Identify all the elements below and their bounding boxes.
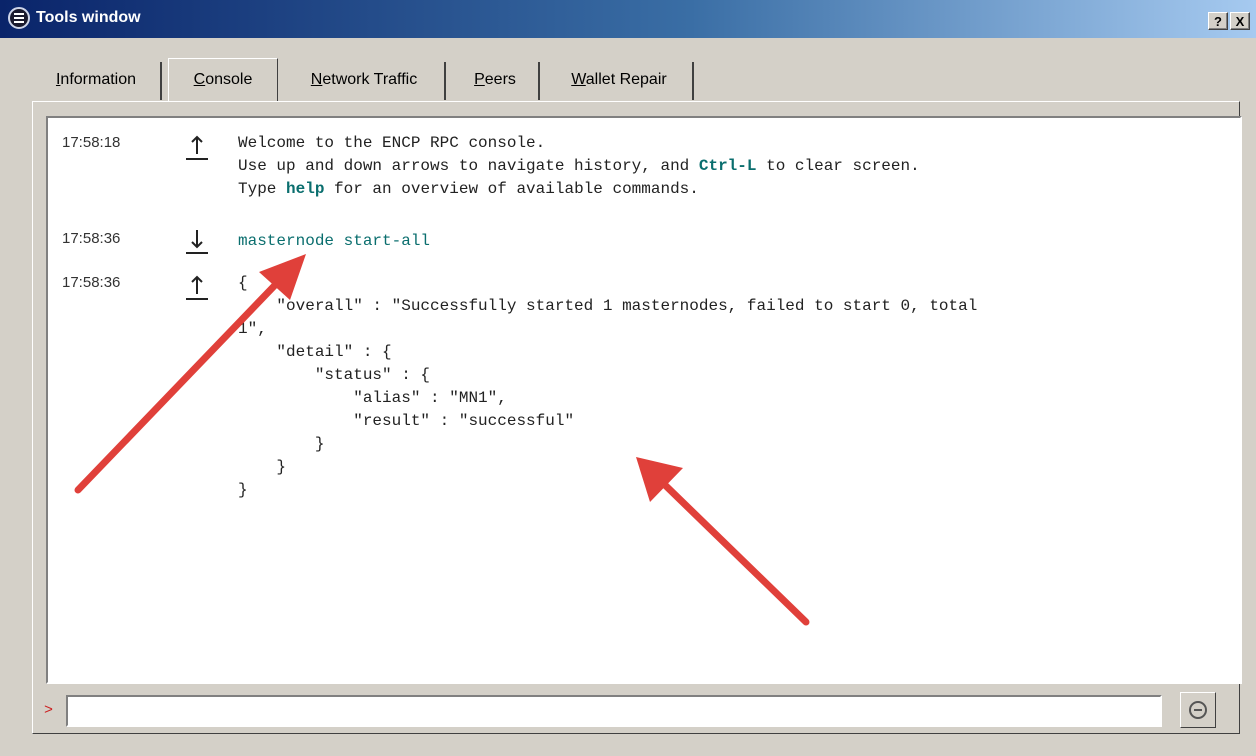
tab-wallet-repair[interactable]: Wallet Repair (546, 62, 694, 100)
console-input[interactable] (66, 695, 1162, 727)
json-line: 1", (238, 320, 267, 338)
clear-console-icon (1189, 701, 1207, 719)
help-line-text: to clear screen. (756, 157, 920, 175)
app-logo-icon (8, 7, 30, 29)
up-arrow-icon (186, 275, 208, 300)
help-line-text: Use up and down arrows to navigate histo… (238, 157, 699, 175)
json-line: } (238, 481, 248, 499)
json-line: } (238, 458, 287, 476)
help-button[interactable]: ? (1208, 12, 1228, 30)
tab-label-mnemonic: P (474, 71, 485, 88)
message-timestamp: 17:58:18 (62, 134, 121, 151)
tab-peers[interactable]: Peers (452, 62, 540, 100)
clear-console-button[interactable] (1180, 692, 1216, 728)
down-arrow-icon (186, 230, 208, 254)
json-line: { (238, 274, 248, 292)
help-line-text: Type (238, 180, 287, 198)
json-line: "result" : "successful" (238, 412, 575, 430)
close-button[interactable]: X (1230, 12, 1250, 30)
json-line: "detail" : { (238, 343, 392, 361)
json-line: "overall" : "Successfully started 1 mast… (238, 297, 978, 315)
welcome-line: Welcome to the ENCP RPC console. (238, 134, 546, 152)
json-line: } (238, 435, 325, 453)
tab-label: eers (484, 71, 516, 88)
console-output[interactable]: 17:58:18 Welcome to the ENCP RPC console… (46, 116, 1242, 684)
tab-label-mnemonic: N (310, 71, 323, 88)
help-keyword: help (286, 180, 325, 198)
message-text: Welcome to the ENCP RPC console. Use up … (238, 132, 920, 201)
tab-network-traffic[interactable]: Network Traffic (284, 62, 446, 100)
tab-label: allet Repair (585, 71, 667, 88)
tab-console[interactable]: Console (168, 58, 278, 102)
json-reply: { "overall" : "Successfully started 1 ma… (238, 272, 977, 502)
tab-label: etwork Traffic (322, 71, 418, 88)
command-text: masternode start-all (238, 232, 431, 250)
tab-label: nformation (60, 71, 137, 88)
json-line: "alias" : "MN1", (238, 389, 507, 407)
window-title: Tools window (36, 9, 141, 26)
title-bar: Tools window ? X (0, 0, 1256, 44)
message-timestamp: 17:58:36 (62, 274, 121, 291)
tab-label-mnemonic: W (571, 71, 586, 88)
help-line-text: for an overview of available commands. (324, 180, 699, 198)
up-arrow-icon (186, 135, 208, 160)
shortcut-keyword: Ctrl-L (698, 157, 757, 175)
console-prompt: > (44, 702, 54, 719)
json-line: "status" : { (238, 366, 431, 384)
tab-label: onsole (205, 71, 253, 88)
tab-information[interactable]: Information (32, 62, 162, 100)
title-bar-background (0, 0, 1256, 38)
message-timestamp: 17:58:36 (62, 230, 121, 247)
tab-label-mnemonic: C (193, 71, 206, 88)
